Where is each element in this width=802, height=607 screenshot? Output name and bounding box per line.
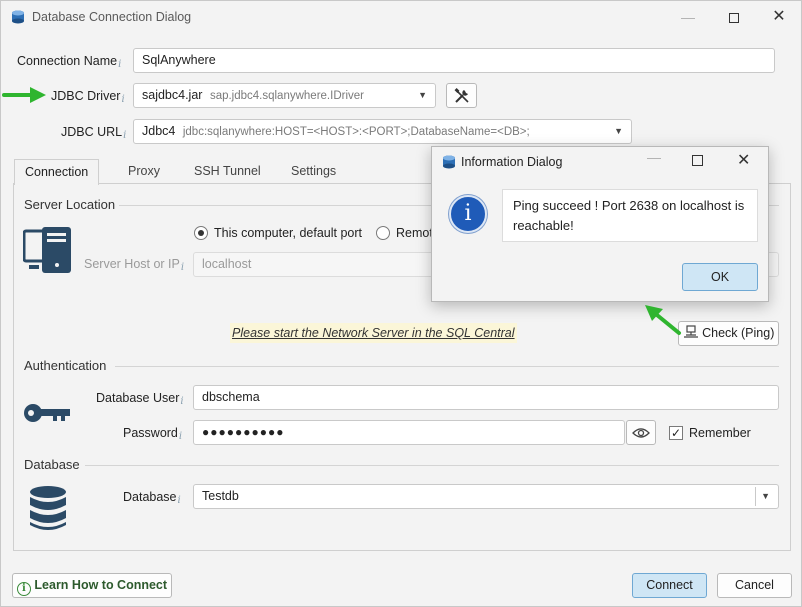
- tools-icon: [454, 88, 469, 103]
- jdbc-url-value: jdbc:sqlanywhere:HOST=<HOST>:<PORT>;Data…: [182, 126, 530, 138]
- jdbc-url-name: Jdbc4: [142, 124, 176, 138]
- network-icon: [683, 325, 698, 338]
- jdbc-url-select[interactable]: Jdbc4 jdbc:sqlanywhere:HOST=<HOST>:<PORT…: [133, 119, 632, 144]
- dialog-close-button[interactable]: ✕: [737, 150, 750, 170]
- network-server-hint[interactable]: Please start the Network Server in the S…: [230, 323, 517, 343]
- section-divider: [85, 465, 779, 466]
- database-select[interactable]: Testdb ▼: [193, 484, 779, 509]
- info-icon: i: [178, 431, 183, 442]
- connection-name-label: Connection Namei: [17, 54, 122, 70]
- section-divider: [115, 366, 779, 367]
- info-icon: i: [121, 94, 125, 105]
- database-icon: [30, 486, 66, 530]
- title-bar: Database Connection Dialog — ✕: [1, 1, 801, 33]
- dialog-minimize-button[interactable]: —: [644, 149, 664, 165]
- information-icon: i: [449, 195, 487, 233]
- database-user-input[interactable]: dbschema: [193, 385, 779, 410]
- computer-icon: [23, 227, 71, 273]
- driver-settings-button[interactable]: [446, 83, 477, 108]
- maximize-icon: [729, 13, 739, 24]
- remember-label: Remember: [689, 426, 751, 440]
- info-icon: i: [123, 130, 127, 141]
- info-icon: i: [118, 59, 122, 70]
- close-button[interactable]: ✕: [756, 1, 802, 33]
- password-input[interactable]: ●●●●●●●●●●: [193, 420, 625, 445]
- server-location-title: Server Location: [24, 197, 116, 212]
- cancel-button[interactable]: Cancel: [717, 573, 792, 598]
- jdbc-driver-class: sap.jdbc4.sqlanywhere.IDriver: [209, 90, 364, 102]
- show-password-button[interactable]: [626, 420, 656, 445]
- combo-divider: [755, 487, 756, 506]
- connection-name-input[interactable]: SqlAnywhere: [133, 48, 775, 73]
- dialog-message: Ping succeed ! Port 2638 on localhost is…: [502, 189, 758, 242]
- window-title: Database Connection Dialog: [32, 10, 192, 24]
- chevron-down-icon: ▼: [614, 126, 623, 136]
- jdbc-driver-select[interactable]: sajdbc4.jar sap.jdbc4.sqlanywhere.IDrive…: [133, 83, 436, 108]
- chevron-down-icon: ▼: [761, 491, 770, 501]
- eye-icon: [632, 428, 650, 438]
- information-dialog: Information Dialog — ✕ i Ping succeed ! …: [431, 146, 769, 302]
- info-icon: i: [180, 262, 185, 273]
- annotation-arrow-driver: [2, 87, 46, 103]
- jdbc-url-label: JDBC URLi: [61, 125, 127, 141]
- radio-this-computer-label: This computer, default port: [214, 226, 362, 240]
- radio-remote-label: Remot: [396, 226, 433, 240]
- connect-button[interactable]: Connect: [632, 573, 707, 598]
- app-database-icon: [443, 155, 455, 169]
- dialog-maximize-button[interactable]: [692, 155, 703, 166]
- radio-this-computer[interactable]: [194, 226, 208, 240]
- tab-proxy[interactable]: Proxy: [118, 159, 170, 184]
- tab-ssh-tunnel[interactable]: SSH Tunnel: [184, 159, 271, 184]
- tab-connection[interactable]: Connection: [14, 159, 100, 185]
- database-user-label: Database Useri: [96, 391, 184, 407]
- radio-remote[interactable]: [376, 226, 390, 240]
- ok-button[interactable]: OK: [682, 263, 758, 291]
- checkmark-icon: ✓: [670, 426, 682, 440]
- info-icon: i: [177, 495, 181, 506]
- learn-how-button[interactable]: i Learn How to Connect: [12, 573, 172, 598]
- dialog-title: Information Dialog: [461, 155, 563, 169]
- close-icon: ✕: [772, 8, 786, 25]
- key-icon: [24, 404, 70, 422]
- tab-settings[interactable]: Settings: [281, 159, 346, 184]
- jdbc-driver-label: JDBC Driveri: [51, 89, 125, 105]
- chevron-down-icon: ▼: [418, 90, 427, 100]
- annotation-arrow-ping: [645, 305, 681, 335]
- info-icon: i: [180, 396, 184, 407]
- server-host-label: Server Host or IPi: [84, 257, 185, 273]
- minimize-button[interactable]: —: [665, 1, 711, 33]
- database-label: Databasei: [123, 490, 181, 506]
- maximize-button[interactable]: [711, 1, 757, 33]
- jdbc-driver-jar: sajdbc4.jar: [142, 88, 203, 102]
- info-circle-icon: i: [16, 582, 31, 596]
- database-title: Database: [24, 457, 80, 472]
- check-ping-button[interactable]: Check (Ping): [678, 321, 779, 346]
- remember-checkbox[interactable]: ✓: [669, 426, 683, 440]
- password-label: Passwordi: [123, 426, 183, 442]
- app-database-icon: [12, 10, 24, 24]
- authentication-title: Authentication: [24, 358, 107, 373]
